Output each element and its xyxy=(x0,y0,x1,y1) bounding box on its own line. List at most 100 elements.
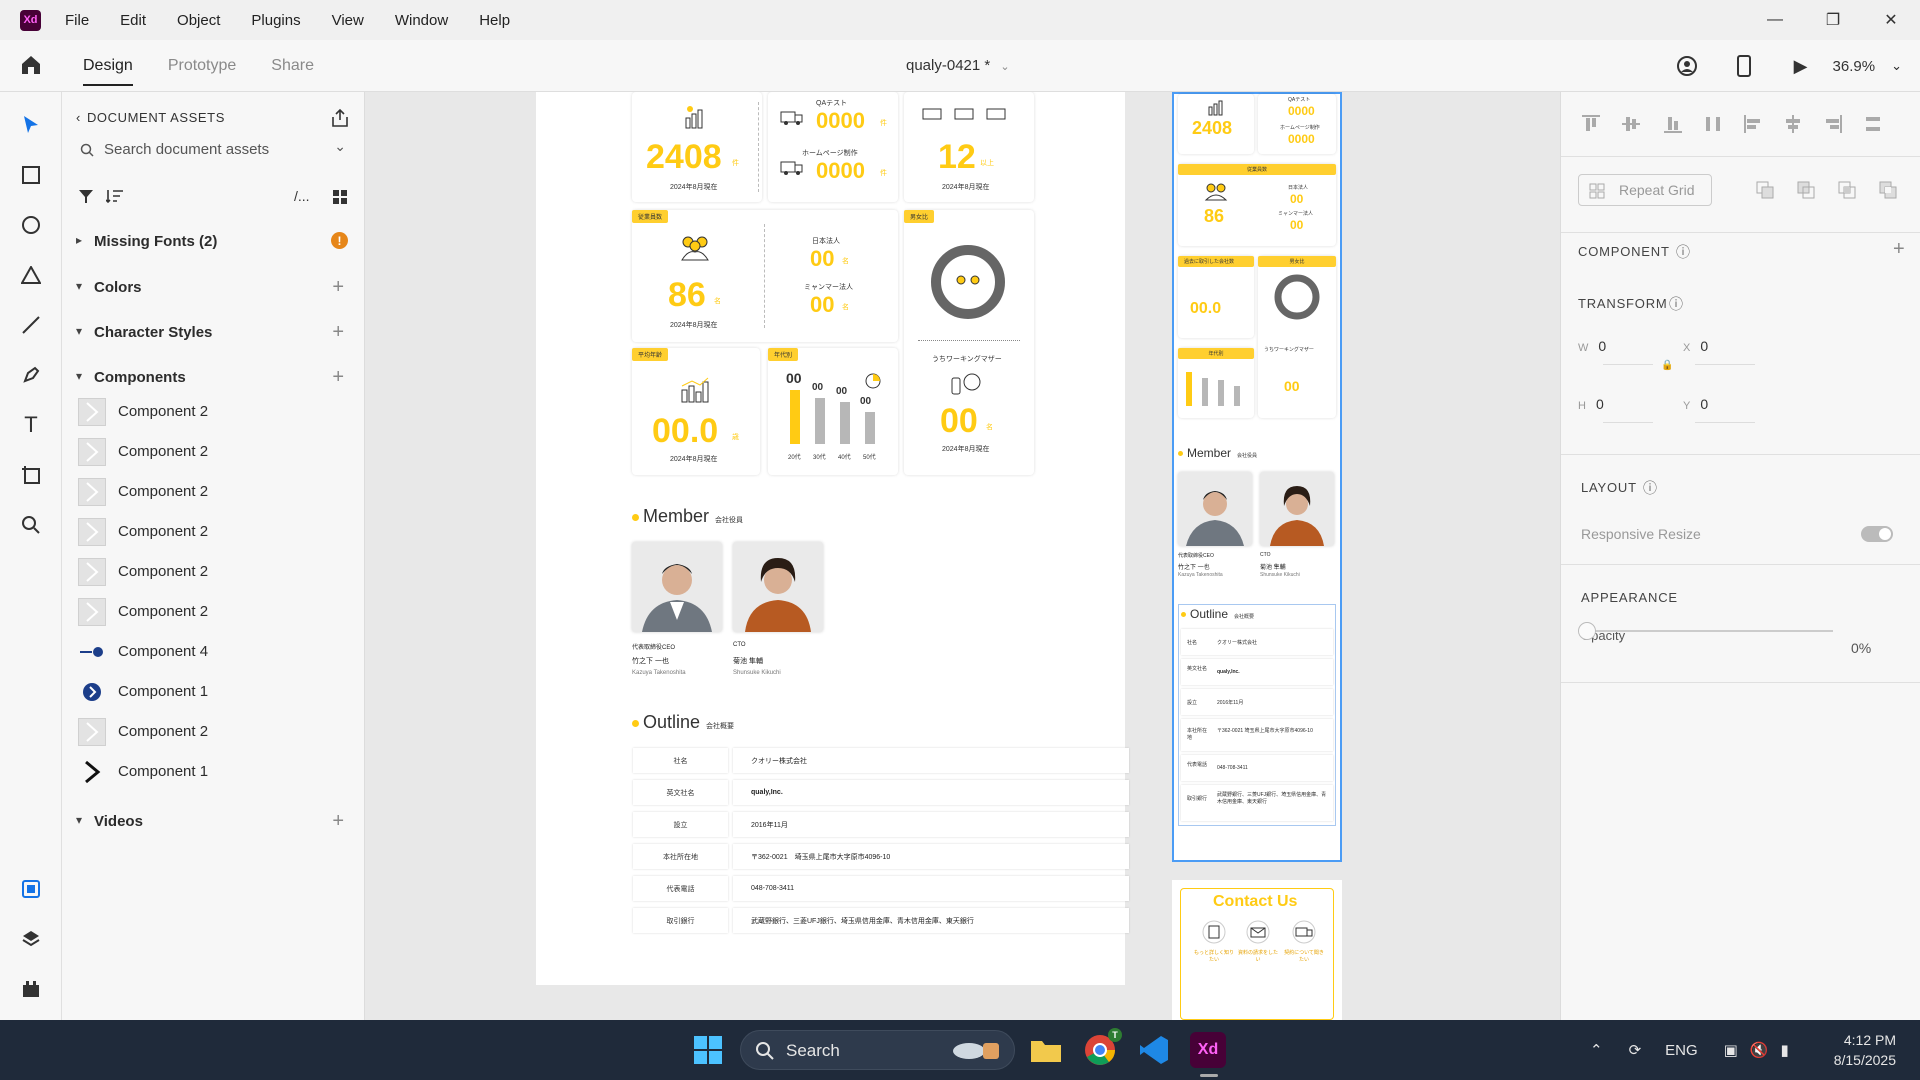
assets-header[interactable]: ‹ DOCUMENT ASSETS xyxy=(76,110,225,125)
info-icon[interactable]: ⓘ xyxy=(1676,242,1690,262)
minimize-icon[interactable]: — xyxy=(1746,0,1804,40)
component-item[interactable]: Component 2 xyxy=(78,476,338,508)
tab-share[interactable]: Share xyxy=(271,40,314,92)
chrome-icon[interactable]: T xyxy=(1082,1028,1122,1068)
y-field[interactable]: Y0 xyxy=(1683,396,1708,412)
component-item[interactable]: Component 2 xyxy=(78,396,338,428)
language-indicator[interactable]: ENG xyxy=(1665,1042,1698,1059)
mini-past-companies-card[interactable]: 過去に取引した会社数 00.0 xyxy=(1178,256,1254,338)
text-tool-icon[interactable]: T xyxy=(18,412,44,438)
width-field[interactable]: W0 xyxy=(1578,338,1606,354)
align-left-icon[interactable] xyxy=(1743,114,1763,134)
ellipse-tool-icon[interactable] xyxy=(18,212,44,238)
assets-panel-icon[interactable] xyxy=(18,876,44,902)
components-section[interactable]: ▾ Components + xyxy=(76,366,348,390)
design-canvas[interactable]: 2408 件 2024年8月現在 QAテスト 0000 件 ホームページ制作 0… xyxy=(365,92,1560,1020)
battery-icon[interactable]: ▮ xyxy=(1781,1041,1789,1059)
document-title[interactable]: qualy-0421 * ⌄ xyxy=(906,40,1010,93)
distribute-vertical-icon[interactable] xyxy=(1863,114,1883,134)
menu-file[interactable]: File xyxy=(65,12,89,29)
volume-muted-icon[interactable]: 🔇 xyxy=(1750,1041,1769,1059)
add-video-icon[interactable]: + xyxy=(332,810,344,833)
rectangle-tool-icon[interactable] xyxy=(18,162,44,188)
mini-age-card[interactable]: 年代別 xyxy=(1178,348,1254,418)
user-share-icon[interactable] xyxy=(1667,55,1707,77)
restore-icon[interactable]: ❐ xyxy=(1804,0,1862,40)
boolean-subtract-icon[interactable] xyxy=(1796,180,1816,200)
opacity-slider-track[interactable] xyxy=(1593,630,1833,632)
boolean-intersect-icon[interactable] xyxy=(1837,180,1857,200)
lock-icon[interactable]: 🔒 xyxy=(1661,360,1673,371)
menu-view[interactable]: View xyxy=(332,12,364,29)
outline-frame[interactable]: Outline 会社概要 社名 クオリー株式会社 英文社名 qualy,Inc. 設立… xyxy=(1178,604,1336,826)
artboard-main[interactable]: 2408 件 2024年8月現在 QAテスト 0000 件 ホームページ制作 0… xyxy=(536,92,1129,985)
add-component-state-icon[interactable]: + xyxy=(1893,238,1905,261)
plugins-panel-icon[interactable] xyxy=(18,976,44,1002)
align-top-icon[interactable] xyxy=(1581,114,1601,134)
chevron-down-icon[interactable]: ⌄ xyxy=(334,138,346,155)
sort-icon[interactable] xyxy=(106,188,124,204)
artboard-mobile-selected[interactable]: 2408 QAテスト 0000 ホームページ制作 0000 従業員数 86 日本… xyxy=(1172,92,1342,862)
vscode-icon[interactable] xyxy=(1136,1032,1172,1068)
component-item[interactable]: Component 1 xyxy=(78,676,338,708)
member-photo-ceo[interactable] xyxy=(632,542,722,632)
filter-icon[interactable] xyxy=(78,188,94,204)
stat-card-projects[interactable]: 2408 件 2024年8月現在 xyxy=(632,92,762,202)
pen-tool-icon[interactable] xyxy=(18,362,44,388)
zoom-tool-icon[interactable] xyxy=(18,512,44,538)
stat-card-employees[interactable]: 従業員数 86 名 2024年8月現在 日本法人 00 名 ミャンマー法人 00… xyxy=(632,210,898,342)
opacity-value[interactable]: 0% xyxy=(1851,640,1871,656)
artboard-contact[interactable]: Contact Us もっと詳しく知りたい 資料の請求をしたい 契約について聞き… xyxy=(1172,880,1342,1020)
close-icon[interactable]: ✕ xyxy=(1862,0,1920,40)
align-middle-icon[interactable] xyxy=(1621,114,1641,134)
mini-employees-card[interactable]: 従業員数 86 日本法人 00 ミャンマー法人 00 xyxy=(1178,164,1336,246)
component-item[interactable]: Component 4 xyxy=(78,636,338,668)
align-right-icon[interactable] xyxy=(1823,114,1843,134)
mini-gender-card[interactable]: 男女比 うちワーキングマザー 00 xyxy=(1258,256,1336,418)
add-color-icon[interactable]: + xyxy=(332,276,344,299)
stat-card-gender[interactable]: 男女比 うちワーキングマザー 00 名 2024年8月現在 xyxy=(904,210,1034,475)
missing-fonts-section[interactable]: ▸ Missing Fonts (2) ! xyxy=(76,230,348,254)
line-tool-icon[interactable] xyxy=(18,312,44,338)
stat-card-age-groups[interactable]: 年代別 00 00 00 00 20代 30代 40代 50代 xyxy=(768,348,898,475)
display-icon[interactable]: ▣ xyxy=(1724,1041,1738,1059)
component-item[interactable]: Component 2 xyxy=(78,516,338,548)
x-field[interactable]: X0 xyxy=(1683,338,1708,354)
file-explorer-icon[interactable] xyxy=(1028,1032,1064,1068)
tab-prototype[interactable]: Prototype xyxy=(168,40,236,92)
menu-plugins[interactable]: Plugins xyxy=(251,12,300,29)
align-center-icon[interactable] xyxy=(1783,114,1803,134)
colors-section[interactable]: ▾ Colors + xyxy=(76,276,348,300)
character-styles-section[interactable]: ▾ Character Styles + xyxy=(76,321,348,345)
zoom-level[interactable]: 36.9% xyxy=(1833,58,1876,75)
component-item[interactable]: Component 2 xyxy=(78,716,338,748)
stat-card-vehicles[interactable]: 12 以上 2024年8月現在 xyxy=(904,92,1034,202)
stat-card-average-age[interactable]: 平均年齢 00.0 歳 2024年8月現在 xyxy=(632,348,760,475)
path-filter[interactable]: /... xyxy=(294,188,310,204)
play-icon[interactable]: ▶ xyxy=(1781,56,1821,77)
component-item[interactable]: Component 2 xyxy=(78,436,338,468)
chevron-down-icon[interactable]: ⌄ xyxy=(1891,58,1902,74)
add-character-style-icon[interactable]: + xyxy=(332,321,344,344)
component-item[interactable]: Component 2 xyxy=(78,556,338,588)
menu-edit[interactable]: Edit xyxy=(120,12,146,29)
align-bottom-icon[interactable] xyxy=(1663,114,1683,134)
select-tool-icon[interactable] xyxy=(18,112,44,138)
repeat-grid-button[interactable]: Repeat Grid xyxy=(1578,174,1712,206)
info-icon[interactable]: ⓘ xyxy=(1643,478,1657,498)
boolean-add-icon[interactable] xyxy=(1755,180,1775,200)
layers-panel-icon[interactable] xyxy=(18,926,44,952)
info-icon[interactable]: ⓘ xyxy=(1669,294,1683,314)
mini-stat-card[interactable]: 2408 xyxy=(1178,94,1254,154)
member-photo-ceo[interactable] xyxy=(1178,472,1252,546)
height-field[interactable]: H0 xyxy=(1578,396,1604,412)
menu-window[interactable]: Window xyxy=(395,12,448,29)
component-item[interactable]: Component 2 xyxy=(78,596,338,628)
member-photo-cto[interactable] xyxy=(733,542,823,632)
tab-design[interactable]: Design xyxy=(83,40,133,92)
boolean-exclude-icon[interactable] xyxy=(1878,180,1898,200)
videos-section[interactable]: ▾ Videos + xyxy=(76,810,348,834)
opacity-slider-knob[interactable] xyxy=(1578,622,1596,640)
windows-start-icon[interactable] xyxy=(694,1036,722,1064)
taskbar-search[interactable]: Search xyxy=(740,1030,1015,1070)
